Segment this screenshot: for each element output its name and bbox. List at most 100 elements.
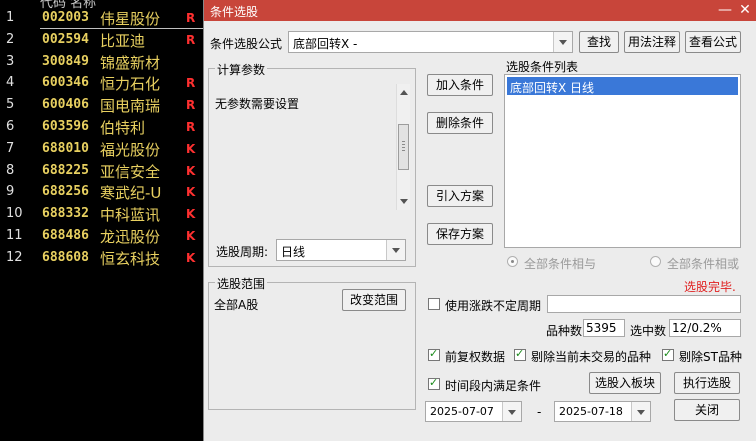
count-label: 品种数 — [546, 324, 583, 338]
remove-st-label: 剔除ST品种 — [679, 350, 742, 364]
params-area: 无参数需要设置 — [212, 82, 411, 212]
radio-all-or-label: 全部条件相或 — [667, 257, 740, 271]
row-index: 4 — [6, 75, 15, 91]
table-row[interactable]: 7 688010 福光股份 K — [0, 138, 203, 160]
uncertain-period-checkbox[interactable] — [428, 298, 440, 310]
chevron-down-icon[interactable] — [502, 402, 521, 421]
stock-code: 300849 — [42, 53, 89, 69]
uncertain-period-label: 使用涨跌不定周期 — [445, 299, 542, 313]
stock-name: 比亚迪 — [100, 31, 146, 50]
params-text: 无参数需要设置 — [215, 97, 300, 111]
period-select[interactable]: 日线 — [276, 239, 406, 261]
stock-code: 002594 — [42, 31, 89, 47]
date-from-picker[interactable]: 2025-07-07 — [425, 401, 522, 422]
table-row[interactable]: 6 603596 伯特利 R — [0, 116, 203, 138]
row-index: 3 — [6, 53, 15, 69]
chevron-down-icon[interactable] — [553, 32, 572, 52]
delete-condition-button[interactable]: 删除条件 — [427, 112, 493, 134]
stock-flag: R — [186, 11, 196, 25]
params-group-title: 计算参数 — [215, 61, 268, 78]
scroll-down-icon[interactable] — [400, 199, 408, 204]
import-scheme-button[interactable]: 引入方案 — [427, 185, 493, 207]
time-range-checkbox[interactable] — [428, 376, 440, 390]
row-index: 7 — [6, 140, 15, 156]
dialog-title: 条件选股 — [210, 5, 259, 19]
table-row[interactable]: 4 600346 恒力石化 R — [0, 72, 203, 94]
table-row[interactable]: 11 688486 龙迅股份 K — [0, 225, 203, 247]
table-row[interactable]: 3 300849 锦盛新材 — [0, 51, 203, 73]
stock-list: 代码 名称 1 002003 伟星股份 R 2 002594 比亚迪 R 3 300849 锦盛新材… — [0, 0, 203, 441]
selected-value: 12/0.2% — [672, 321, 722, 335]
radio-all-or[interactable] — [650, 256, 661, 267]
chevron-down-icon[interactable] — [631, 402, 650, 421]
row-index: 11 — [6, 228, 23, 243]
close-icon[interactable]: ✕ — [735, 1, 755, 19]
condition-list-label: 选股条件列表 — [506, 60, 579, 74]
formula-select[interactable]: 底部回转X - — [288, 31, 573, 53]
row-index: 6 — [6, 119, 15, 134]
count-field: 5395 — [583, 319, 625, 337]
stock-name: 寒武纪-U — [100, 184, 162, 203]
minimize-icon[interactable]: — — [715, 1, 735, 19]
execute-button[interactable]: 执行选股 — [674, 372, 740, 394]
table-row[interactable]: 5 600406 国电南瑞 R — [0, 94, 203, 116]
stock-flag: R — [186, 32, 196, 47]
adjust-label: 前复权数据 — [445, 350, 506, 364]
stock-name: 龙迅股份 — [100, 228, 161, 246]
table-row[interactable]: 1 002003 伟星股份 R — [0, 7, 203, 29]
change-range-button[interactable]: 改变范围 — [342, 289, 406, 311]
range-value: 全部A股 — [214, 298, 259, 312]
stock-flag: R — [186, 98, 196, 113]
chevron-down-icon[interactable] — [386, 240, 405, 260]
uncertain-period-input[interactable] — [547, 295, 741, 313]
stock-name: 恒玄科技 — [100, 249, 161, 268]
stock-code: 600406 — [42, 97, 89, 113]
stock-code: 603596 — [42, 119, 89, 134]
add-condition-button[interactable]: 加入条件 — [427, 74, 493, 96]
formula-value: 底部回转X - — [293, 37, 358, 51]
date-to-picker[interactable]: 2025-07-18 — [554, 401, 651, 422]
stock-code: 688608 — [42, 249, 89, 265]
stock-code: 688256 — [42, 184, 89, 200]
stock-name: 亚信安全 — [100, 162, 161, 181]
scroll-up-icon[interactable] — [400, 90, 408, 95]
params-scrollbar[interactable] — [396, 84, 410, 210]
stock-name: 中科蓝讯 — [100, 206, 161, 225]
find-button[interactable]: 查找 — [579, 31, 619, 53]
table-row[interactable]: 2 002594 比亚迪 R — [0, 29, 203, 51]
dialog-titlebar: 条件选股 — ✕ — [204, 0, 756, 21]
date-from-value: 2025-07-07 — [430, 405, 494, 418]
condition-list[interactable]: 底部回转X 日线 — [504, 74, 741, 248]
to-block-button[interactable]: 选股入板块 — [589, 372, 661, 394]
row-index: 12 — [6, 249, 23, 265]
table-row[interactable]: 10 688332 中科蓝讯 K — [0, 203, 203, 225]
date-separator: - — [537, 405, 542, 419]
stock-code: 002003 — [42, 10, 89, 25]
row-index: 5 — [6, 97, 15, 113]
row-index: 1 — [6, 10, 15, 25]
selected-label: 选中数 — [630, 324, 667, 338]
save-scheme-button[interactable]: 保存方案 — [427, 223, 493, 245]
remove-st-checkbox[interactable] — [662, 347, 674, 361]
remove-untraded-checkbox[interactable] — [514, 347, 526, 361]
stock-code: 688225 — [42, 162, 89, 178]
stock-name: 锦盛新材 — [100, 53, 161, 72]
adjust-checkbox[interactable] — [428, 347, 440, 361]
table-row[interactable]: 9 688256 寒武纪-U K — [0, 181, 203, 203]
stock-flag: R — [186, 76, 196, 91]
condition-item-text: 底部回转X 日线 — [510, 81, 595, 95]
close-button[interactable]: 关闭 — [674, 399, 740, 421]
radio-all-and[interactable] — [507, 256, 518, 267]
table-row[interactable]: 8 688225 亚信安全 K — [0, 160, 203, 182]
view-formula-button[interactable]: 查看公式 — [685, 31, 741, 53]
row-index: 9 — [6, 184, 15, 200]
formula-label: 条件选股公式 — [210, 37, 283, 51]
stock-flag: K — [186, 207, 196, 222]
table-row[interactable]: 12 688608 恒玄科技 K — [0, 247, 203, 269]
usage-notes-button[interactable]: 用法注释 — [624, 31, 680, 53]
stock-code: 688332 — [42, 206, 89, 222]
stock-flag: R — [186, 120, 196, 134]
list-item[interactable]: 底部回转X 日线 — [507, 77, 738, 95]
stock-code: 600346 — [42, 75, 89, 91]
scroll-thumb[interactable] — [398, 124, 409, 170]
